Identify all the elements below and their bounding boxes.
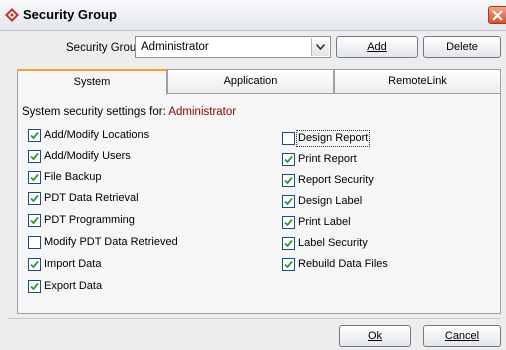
checkbox-box[interactable] <box>282 258 295 271</box>
heading-group-name: Administrator <box>168 106 237 118</box>
tab-application-label: Application <box>223 75 278 87</box>
panel-heading: System security settings for: Administra… <box>22 106 236 118</box>
close-x-icon <box>492 10 503 21</box>
checkbox-label: Design Label <box>298 195 363 207</box>
checkbox-label: PDT Data Retrieval <box>44 192 139 204</box>
checkbox-label: PDT Programming <box>44 214 135 226</box>
checkbox-box[interactable] <box>28 280 41 293</box>
system-tab-panel: System security settings for: Administra… <box>17 93 501 314</box>
checkbox-box[interactable] <box>282 195 295 208</box>
checkbox-box[interactable] <box>28 258 41 271</box>
checkbox-box[interactable] <box>28 129 41 142</box>
tab-system-label: System <box>73 76 111 88</box>
checkbox-label: Design Report <box>295 130 371 147</box>
checkbox-label: Add/Modify Locations <box>44 129 150 141</box>
checkbox-label: Report Security <box>298 174 374 186</box>
checkbox-box[interactable] <box>28 192 41 205</box>
checkbox-box[interactable] <box>282 216 295 229</box>
checkbox-box[interactable] <box>28 236 41 249</box>
title-bar: Security Group <box>0 0 506 31</box>
checkbox-box[interactable] <box>282 132 295 145</box>
security-group-value: Administrator <box>141 41 209 53</box>
security-group-label: Security Group <box>66 42 143 54</box>
tab-remotelink-label: RemoteLink <box>388 75 447 87</box>
checkbox-box[interactable] <box>282 237 295 250</box>
window-title: Security Group <box>23 7 117 22</box>
checkbox-label: Modify PDT Data Retrieved <box>44 236 178 248</box>
cancel-button[interactable]: Cancel <box>423 325 501 347</box>
checkbox-box[interactable] <box>28 171 41 184</box>
chevron-down-icon[interactable] <box>311 38 329 56</box>
checkbox-box[interactable] <box>282 153 295 166</box>
checkbox-label: File Backup <box>44 171 102 183</box>
close-button[interactable] <box>488 6 506 24</box>
security-group-select[interactable]: Administrator <box>135 36 331 58</box>
checkbox-box[interactable] <box>28 214 41 227</box>
tab-remotelink[interactable]: RemoteLink <box>334 69 501 93</box>
checkbox-label: Rebuild Data Files <box>298 258 388 270</box>
delete-button[interactable]: Delete <box>423 36 501 58</box>
heading-prefix: System security settings for: <box>22 106 166 118</box>
tab-application[interactable]: Application <box>167 69 334 93</box>
dialog-body: Security Group Administrator Add Delete … <box>0 31 506 350</box>
checkbox-label: Import Data <box>44 258 102 270</box>
tab-system[interactable]: System <box>17 69 167 95</box>
checkbox-box[interactable] <box>282 174 295 187</box>
checkbox-label: Print Report <box>298 153 357 165</box>
checkbox-box[interactable] <box>28 150 41 163</box>
add-button-label: Add <box>367 41 387 53</box>
delete-button-label: Delete <box>446 41 478 53</box>
ok-button-label: Ok <box>367 330 383 342</box>
add-button[interactable]: Add <box>336 36 418 58</box>
footer-divider <box>8 318 500 319</box>
cancel-button-label: Cancel <box>444 330 480 342</box>
ok-button[interactable]: Ok <box>339 325 411 347</box>
checkbox-label: Add/Modify Users <box>44 150 131 162</box>
security-diamond-icon <box>5 8 19 22</box>
checkbox-label: Label Security <box>298 237 368 249</box>
checkbox-label: Export Data <box>44 280 103 292</box>
checkbox-label: Print Label <box>298 216 351 228</box>
